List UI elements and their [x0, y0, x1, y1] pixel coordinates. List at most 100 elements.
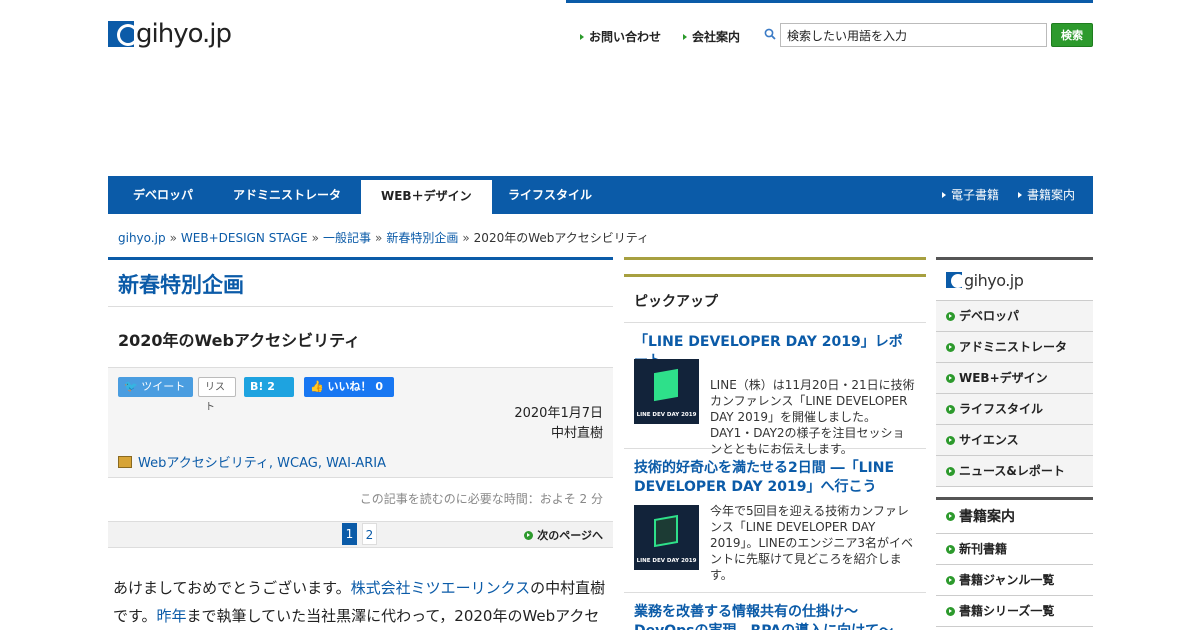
nav-developer[interactable]: デベロッパ — [133, 176, 193, 214]
arrow-right-icon — [946, 342, 955, 352]
tag-folder-icon — [118, 455, 132, 468]
nav-ebooks-label: 電子書籍 — [951, 188, 1000, 202]
nav-administrator[interactable]: アドミニストレータ — [233, 176, 341, 214]
sidebar-item-label: 書籍ジャンル一覧 — [959, 572, 1055, 587]
page-2[interactable]: 2 — [362, 523, 377, 545]
breadcrumb-sep: » — [169, 231, 177, 245]
tweet-button[interactable]: 🐦 ツイート — [118, 377, 193, 397]
contact-label: お問い合わせ — [589, 30, 662, 44]
arrow-right-icon — [946, 435, 955, 445]
cube-graphic — [654, 514, 678, 548]
pickup-item-title[interactable]: 技術的好奇心を満たせる2日間 ―「LINE DEVELOPER DAY 2019… — [634, 459, 916, 497]
breadcrumb-sep: » — [311, 231, 319, 245]
body-text: あけましておめでとうございます。 — [113, 579, 351, 597]
facebook-like-button[interactable]: 👍 いいね！ 0 — [304, 377, 394, 397]
pickup-item[interactable]: 「LINE DEVELOPER DAY 2019」レポート LINE DEV D… — [624, 323, 926, 456]
body-text: です。 — [113, 607, 157, 625]
hatena-bookmark-button[interactable]: B! 2 — [244, 377, 294, 397]
breadcrumb-home[interactable]: gihyo.jp — [118, 231, 166, 245]
last-year-link[interactable]: 昨年 — [157, 607, 187, 625]
sidebar-item-book-genres[interactable]: 書籍ジャンル一覧 — [936, 565, 1093, 596]
sidebar-item-web-design[interactable]: WEB+デザイン — [936, 363, 1093, 394]
pickup-thumbnail[interactable]: LINE DEV DAY 2019 — [634, 505, 699, 570]
thumbnail-label: LINE DEV DAY 2019 — [636, 558, 697, 564]
thumbnail-label: LINE DEV DAY 2019 — [636, 412, 697, 418]
like-label: いいね！ 0 — [327, 380, 384, 393]
sidebar-item-label: アドミニストレータ — [959, 339, 1068, 354]
tweet-label: ツイート — [141, 380, 186, 393]
company-link[interactable]: 会社案内 — [683, 28, 740, 45]
article-tags: Webアクセシビリティ, WCAG, WAI-ARIA — [118, 452, 386, 471]
contact-link[interactable]: お問い合わせ — [580, 28, 661, 45]
search-button[interactable]: 検索 — [1051, 23, 1093, 47]
sidebar-item-label: 書籍シリーズ一覧 — [959, 603, 1055, 618]
search-icon — [764, 28, 776, 40]
sidebar-item-label: 新刊書籍 — [959, 541, 1008, 556]
logo-mark-icon — [108, 21, 134, 47]
list-button[interactable]: リスト — [198, 377, 236, 413]
arrow-right-icon — [946, 512, 955, 521]
article-meta: 🐦 ツイート リスト B! 2 👍 いいね！ 0 2020年1月7日 中村直樹 … — [108, 367, 613, 478]
arrow-right-icon — [580, 33, 584, 40]
pickup-item[interactable]: 業務を改善する情報共有の仕掛け～DevOpsの実現，RPAの導入に向けて～ — [624, 593, 926, 630]
company-label: 会社案内 — [692, 30, 741, 44]
page-1[interactable]: 1 — [342, 523, 357, 545]
next-page-link[interactable]: 次のページへ — [524, 527, 603, 543]
arrow-right-icon — [946, 404, 955, 414]
pickup-item-desc: LINE（株）は11月20日・21日に技術カンファレンス「LINE DEVELO… — [710, 378, 915, 456]
nav-lifestyle[interactable]: ライフスタイル — [508, 176, 592, 214]
sidebar-item-developer[interactable]: デベロッパ — [936, 301, 1093, 332]
sidebar-item-science[interactable]: サイエンス — [936, 425, 1093, 456]
pickup-thumbnail[interactable]: LINE DEV DAY 2019 — [634, 359, 699, 424]
body-text: の中村直樹 — [530, 579, 606, 597]
site-logo[interactable]: gihyo.jp — [108, 19, 232, 49]
arrow-right-icon — [946, 606, 955, 616]
pickup-item-desc: 今年で5回目を迎える技術カンファレンス「LINE DEVELOPER DAY 2… — [710, 504, 913, 582]
logo-text: gihyo.jp — [136, 19, 232, 49]
sidebar-books-title[interactable]: 書籍案内 — [936, 497, 1093, 534]
search-input[interactable] — [780, 23, 1047, 47]
sidebar-item-label: サイエンス — [959, 432, 1019, 447]
sidebar-item-new-books[interactable]: 新刊書籍 — [936, 534, 1093, 565]
nav-ebooks[interactable]: 電子書籍 — [942, 176, 999, 214]
twitter-bird-icon: 🐦 — [124, 380, 138, 393]
article-date-author: 2020年1月7日 中村直樹 — [514, 404, 603, 444]
next-arrow-icon — [524, 530, 534, 540]
arrow-right-icon — [946, 544, 955, 554]
pickup-column: ピックアップ 「LINE DEVELOPER DAY 2019」レポート LIN… — [624, 257, 926, 630]
breadcrumb: gihyo.jp» WEB+DESIGN STAGE» 一般記事» 新春特別企画» 20… — [118, 229, 649, 246]
nav-books[interactable]: 書籍案内 — [1018, 176, 1075, 214]
arrow-right-icon — [946, 373, 955, 383]
cube-graphic — [654, 368, 678, 402]
article-date: 2020年1月7日 — [514, 406, 603, 421]
arrow-right-icon — [946, 466, 955, 476]
sidebar-item-label: デベロッパ — [959, 308, 1020, 323]
pickup-item[interactable]: 技術的好奇心を満たせる2日間 ―「LINE DEVELOPER DAY 2019… — [624, 449, 926, 593]
nav-books-label: 書籍案内 — [1027, 188, 1076, 202]
arrow-right-icon — [946, 311, 955, 321]
company-link-mitsue[interactable]: 株式会社ミツエーリンクス — [351, 579, 531, 597]
breadcrumb-web-design-stage[interactable]: WEB+DESIGN STAGE — [181, 231, 308, 245]
sidebar-logo-text: gihyo.jp — [964, 270, 1024, 290]
sidebar-item-administrator[interactable]: アドミニストレータ — [936, 332, 1093, 363]
sidebar-item-news[interactable]: ニュース&レポート — [936, 456, 1093, 487]
top-accent-bar — [566, 0, 1093, 3]
sidebar-item-lifestyle[interactable]: ライフスタイル — [936, 394, 1093, 425]
pickup-item-title[interactable]: 業務を改善する情報共有の仕掛け～DevOpsの実現，RPAの導入に向けて～ — [634, 603, 916, 630]
nav-web-design[interactable]: WEB＋デザイン — [361, 180, 492, 214]
body-text: まで執筆していた当社黒澤に代わって，2020年のWebアクセ — [186, 607, 600, 625]
article-author: 中村直樹 — [550, 426, 603, 441]
sidebar-item-book-series[interactable]: 書籍シリーズ一覧 — [936, 596, 1093, 627]
logo-mark-icon — [946, 272, 962, 288]
sidebar-logo[interactable]: gihyo.jp — [936, 257, 1093, 301]
tag-links[interactable]: Webアクセシビリティ, WCAG, WAI-ARIA — [138, 452, 386, 471]
sidebar-item-label: ニュース&レポート — [959, 463, 1065, 478]
arrow-right-icon — [1018, 192, 1022, 198]
breadcrumb-general[interactable]: 一般記事 — [323, 231, 371, 245]
breadcrumb-new-year-feature[interactable]: 新春特別企画 — [386, 231, 458, 245]
read-time: この記事を読むのに必要な時間：およそ 2 分 — [108, 478, 613, 522]
pickup-title: ピックアップ — [624, 277, 926, 323]
arrow-right-icon — [942, 192, 946, 198]
breadcrumb-sep: » — [462, 231, 470, 245]
breadcrumb-current: 2020年のWebアクセシビリティ — [473, 231, 650, 245]
